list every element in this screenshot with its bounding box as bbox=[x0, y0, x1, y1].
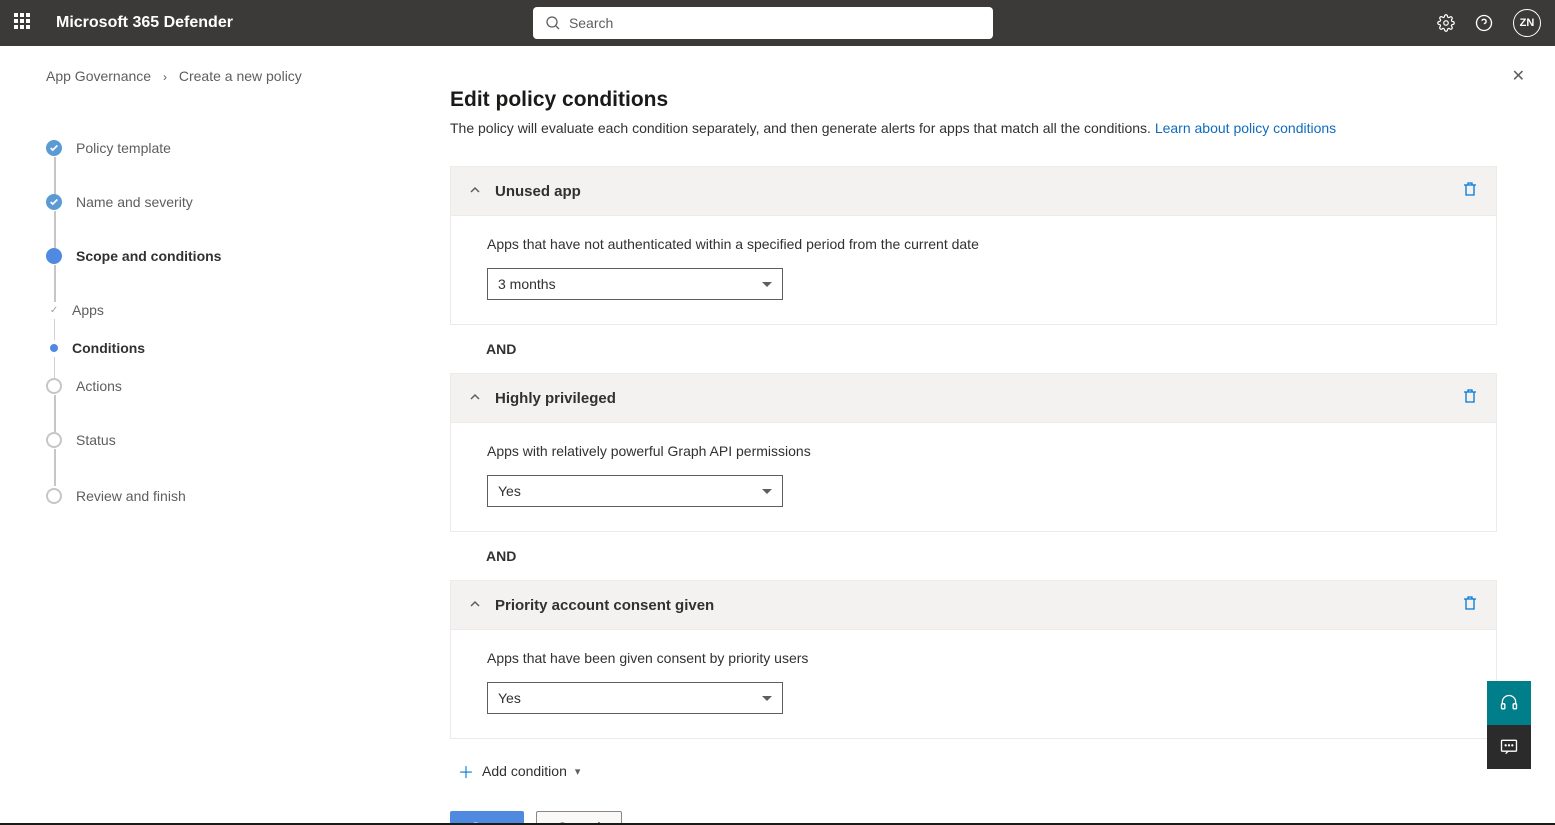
app-title: Microsoft 365 Defender bbox=[56, 14, 233, 32]
step-sub-apps[interactable]: Apps bbox=[46, 302, 386, 340]
help-icon[interactable] bbox=[1475, 14, 1493, 32]
delete-icon[interactable] bbox=[1462, 181, 1478, 201]
feedback-icon[interactable] bbox=[1487, 725, 1531, 769]
step-sub-conditions[interactable]: Conditions bbox=[46, 340, 386, 378]
side-float-buttons bbox=[1487, 681, 1531, 769]
condition-header[interactable]: Highly privileged bbox=[451, 374, 1496, 423]
condition-value-select[interactable]: 3 months bbox=[487, 268, 783, 300]
select-value: Yes bbox=[498, 690, 521, 706]
condition-title: Highly privileged bbox=[495, 390, 616, 407]
chevron-up-icon[interactable] bbox=[469, 183, 481, 200]
app-launcher-icon[interactable] bbox=[14, 13, 34, 33]
step-label: Apps bbox=[72, 302, 104, 318]
condition-value-select[interactable]: Yes bbox=[487, 475, 783, 507]
condition-desc: Apps that have not authenticated within … bbox=[487, 236, 1460, 252]
delete-icon[interactable] bbox=[1462, 388, 1478, 408]
step-label: Name and severity bbox=[76, 194, 193, 210]
condition-header[interactable]: Priority account consent given bbox=[451, 581, 1496, 630]
add-condition-button[interactable]: ＋ Add condition ▾ bbox=[450, 759, 1497, 783]
header-right: ZN bbox=[1437, 9, 1541, 37]
step-name-severity[interactable]: Name and severity bbox=[46, 194, 386, 248]
panel-description-text: The policy will evaluate each condition … bbox=[450, 120, 1155, 136]
policy-stepper: Policy template Name and severity Scope … bbox=[46, 140, 386, 506]
step-status[interactable]: Status bbox=[46, 432, 386, 486]
condition-highly-privileged: Highly privileged Apps with relatively p… bbox=[450, 373, 1497, 532]
select-value: Yes bbox=[498, 483, 521, 499]
learn-link[interactable]: Learn about policy conditions bbox=[1155, 120, 1336, 136]
condition-body: Apps with relatively powerful Graph API … bbox=[451, 423, 1496, 531]
search-wrap bbox=[533, 7, 993, 39]
chevron-up-icon[interactable] bbox=[469, 597, 481, 614]
step-actions[interactable]: Actions bbox=[46, 378, 386, 432]
condition-title: Unused app bbox=[495, 183, 581, 200]
avatar[interactable]: ZN bbox=[1513, 9, 1541, 37]
select-value: 3 months bbox=[498, 276, 556, 292]
condition-unused-app: Unused app Apps that have not authentica… bbox=[450, 166, 1497, 325]
panel-description: The policy will evaluate each condition … bbox=[450, 120, 1497, 136]
chevron-up-icon[interactable] bbox=[469, 390, 481, 407]
step-policy-template[interactable]: Policy template bbox=[46, 140, 386, 194]
step-label: Conditions bbox=[72, 340, 145, 356]
add-condition-label: Add condition bbox=[482, 763, 567, 779]
condition-desc: Apps with relatively powerful Graph API … bbox=[487, 443, 1460, 459]
step-label: Review and finish bbox=[76, 488, 186, 504]
search-icon bbox=[545, 15, 561, 31]
step-label: Actions bbox=[76, 378, 122, 394]
step-label: Status bbox=[76, 432, 116, 448]
top-header: Microsoft 365 Defender ZN bbox=[0, 0, 1555, 46]
close-icon[interactable]: ✕ bbox=[1512, 66, 1525, 86]
breadcrumb-current: Create a new policy bbox=[179, 68, 302, 84]
condition-title: Priority account consent given bbox=[495, 597, 714, 614]
headset-icon[interactable] bbox=[1487, 681, 1531, 725]
condition-body: Apps that have not authenticated within … bbox=[451, 216, 1496, 324]
step-label: Scope and conditions bbox=[76, 248, 221, 264]
condition-header[interactable]: Unused app bbox=[451, 167, 1496, 216]
delete-icon[interactable] bbox=[1462, 595, 1478, 615]
settings-icon[interactable] bbox=[1437, 14, 1455, 32]
chevron-right-icon: › bbox=[163, 70, 167, 84]
plus-icon: ＋ bbox=[458, 759, 474, 783]
condition-body: Apps that have been given consent by pri… bbox=[451, 630, 1496, 738]
and-separator: AND bbox=[450, 325, 1497, 373]
condition-priority-consent: Priority account consent given Apps that… bbox=[450, 580, 1497, 739]
breadcrumb-parent[interactable]: App Governance bbox=[46, 68, 151, 84]
and-separator: AND bbox=[450, 532, 1497, 580]
step-scope-conditions[interactable]: Scope and conditions bbox=[46, 248, 386, 302]
search-input[interactable] bbox=[533, 7, 993, 39]
chevron-down-icon: ▾ bbox=[575, 765, 581, 778]
panel-title: Edit policy conditions bbox=[450, 88, 1497, 112]
step-review-finish[interactable]: Review and finish bbox=[46, 486, 386, 506]
condition-desc: Apps that have been given consent by pri… bbox=[487, 650, 1460, 666]
edit-conditions-panel: ✕ Edit policy conditions The policy will… bbox=[420, 46, 1555, 825]
condition-value-select[interactable]: Yes bbox=[487, 682, 783, 714]
step-label: Policy template bbox=[76, 140, 171, 156]
